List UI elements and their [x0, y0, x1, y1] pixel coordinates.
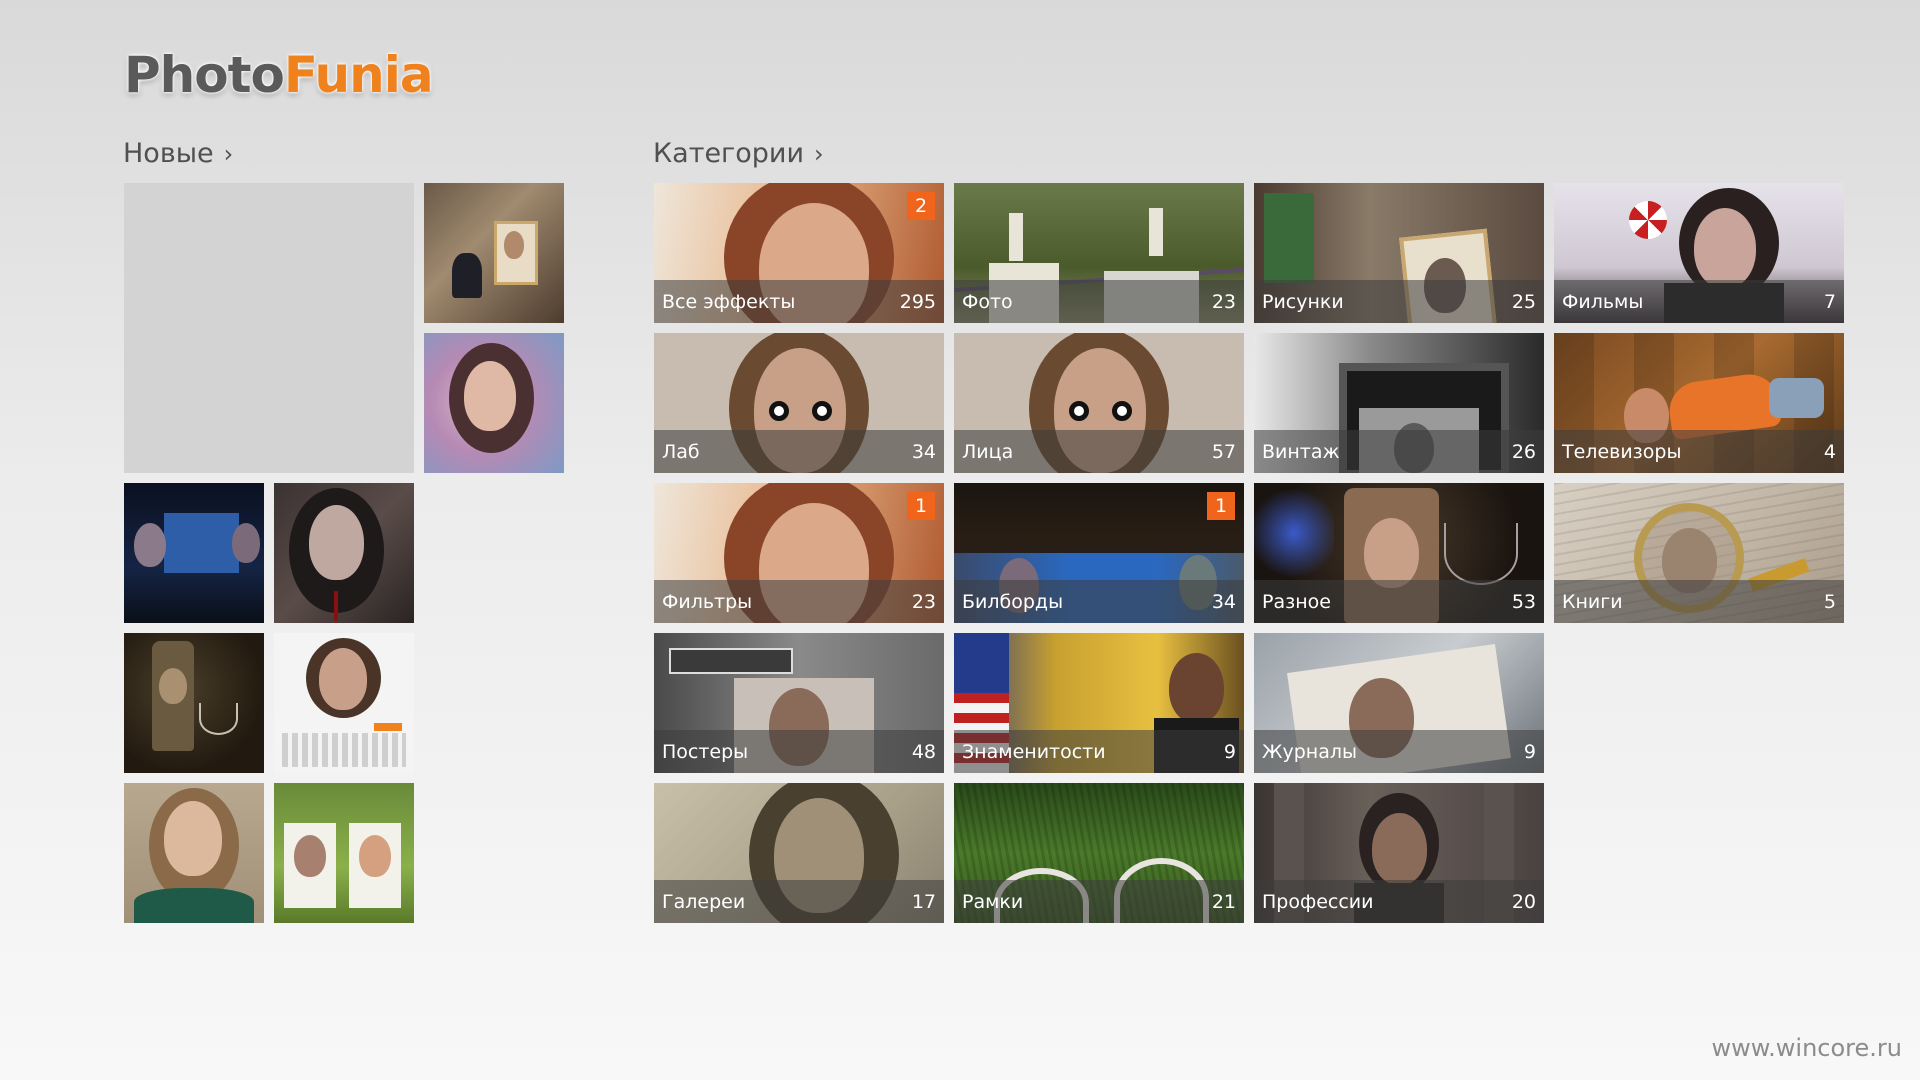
new-effect-tile[interactable] [424, 183, 564, 323]
category-count: 23 [911, 590, 936, 613]
category-tile-all-effects[interactable]: 2 Все эффекты 295 [654, 183, 944, 323]
category-tile-lab[interactable]: Лаб 34 [654, 333, 944, 473]
new-effect-tile-featured[interactable] [124, 183, 414, 473]
category-label: Лаб [662, 440, 700, 463]
category-tile-posters[interactable]: Постеры 48 [654, 633, 944, 773]
category-count: 53 [1511, 590, 1536, 613]
category-label: Телевизоры [1562, 440, 1682, 463]
chevron-right-icon: › [814, 140, 824, 168]
photofunia-logo: PhotoFunia [124, 46, 434, 104]
category-tile-celebrities[interactable]: Знаменитости 9 [954, 633, 1244, 773]
category-count: 9 [1523, 740, 1536, 763]
category-count: 26 [1511, 440, 1536, 463]
new-effect-tile[interactable] [124, 783, 264, 923]
category-tile-movies[interactable]: Фильмы 7 [1554, 183, 1844, 323]
category-label: Галереи [662, 890, 746, 913]
chevron-right-icon: › [223, 140, 234, 168]
category-label: Фильтры [662, 590, 753, 613]
new-effect-tile[interactable] [274, 783, 414, 923]
category-count: 5 [1823, 590, 1836, 613]
category-count: 21 [1211, 890, 1236, 913]
category-label: Постеры [662, 740, 749, 763]
category-label: Фильмы [1562, 290, 1644, 313]
new-effect-tile[interactable] [124, 483, 264, 623]
category-label: Рисунки [1262, 290, 1344, 313]
category-count: 4 [1823, 440, 1836, 463]
category-count: 25 [1511, 290, 1536, 313]
new-section-header[interactable]: Новые › [123, 138, 233, 169]
category-label: Профессии [1262, 890, 1374, 913]
category-label: Лица [962, 440, 1014, 463]
category-tile-filters[interactable]: 1 Фильтры 23 [654, 483, 944, 623]
category-tile-misc[interactable]: Разное 53 [1254, 483, 1544, 623]
category-tile-tv[interactable]: Телевизоры 4 [1554, 333, 1844, 473]
new-effect-tile[interactable] [274, 483, 414, 623]
category-tile-magazines[interactable]: Журналы 9 [1254, 633, 1544, 773]
category-tile-frames[interactable]: Рамки 21 [954, 783, 1244, 923]
category-tile-billboards[interactable]: 1 Билборды 34 [954, 483, 1244, 623]
category-label: Винтаж [1262, 440, 1340, 463]
category-label: Разное [1262, 590, 1331, 613]
category-count: 17 [911, 890, 936, 913]
watermark-text: www.wincore.ru [1711, 1034, 1902, 1062]
category-count: 23 [1211, 290, 1236, 313]
category-label: Рамки [962, 890, 1024, 913]
category-count: 20 [1511, 890, 1536, 913]
category-label: Все эффекты [662, 290, 796, 313]
categories-section-header[interactable]: Категории › [653, 138, 824, 169]
new-effect-tile[interactable] [424, 333, 564, 473]
category-label: Книги [1562, 590, 1623, 613]
category-tile-professions[interactable]: Профессии 20 [1254, 783, 1544, 923]
category-count: 295 [899, 290, 936, 313]
category-tile-books[interactable]: Книги 5 [1554, 483, 1844, 623]
category-label: Журналы [1262, 740, 1357, 763]
category-count: 48 [911, 740, 936, 763]
category-tile-photo[interactable]: Фото 23 [954, 183, 1244, 323]
category-tile-vintage[interactable]: Винтаж 26 [1254, 333, 1544, 473]
logo-part-funia: Funia [283, 46, 434, 104]
category-count: 34 [911, 440, 936, 463]
new-count-badge: 1 [1207, 492, 1235, 520]
category-count: 7 [1823, 290, 1836, 313]
category-label: Билборды [962, 590, 1064, 613]
new-count-badge: 1 [907, 492, 935, 520]
new-effect-tile[interactable] [124, 633, 264, 773]
categories-section-title: Категории [653, 138, 804, 169]
category-tile-drawings[interactable]: Рисунки 25 [1254, 183, 1544, 323]
logo-part-photo: Photo [124, 46, 285, 104]
category-label: Фото [962, 290, 1013, 313]
new-section-title: Новые [123, 138, 214, 169]
category-tile-galleries[interactable]: Галереи 17 [654, 783, 944, 923]
new-count-badge: 2 [907, 192, 935, 220]
category-count: 9 [1223, 740, 1236, 763]
category-tile-faces[interactable]: Лица 57 [954, 333, 1244, 473]
category-label: Знаменитости [962, 740, 1106, 763]
category-count: 57 [1211, 440, 1236, 463]
new-effect-tile[interactable] [274, 633, 414, 773]
category-count: 34 [1211, 590, 1236, 613]
